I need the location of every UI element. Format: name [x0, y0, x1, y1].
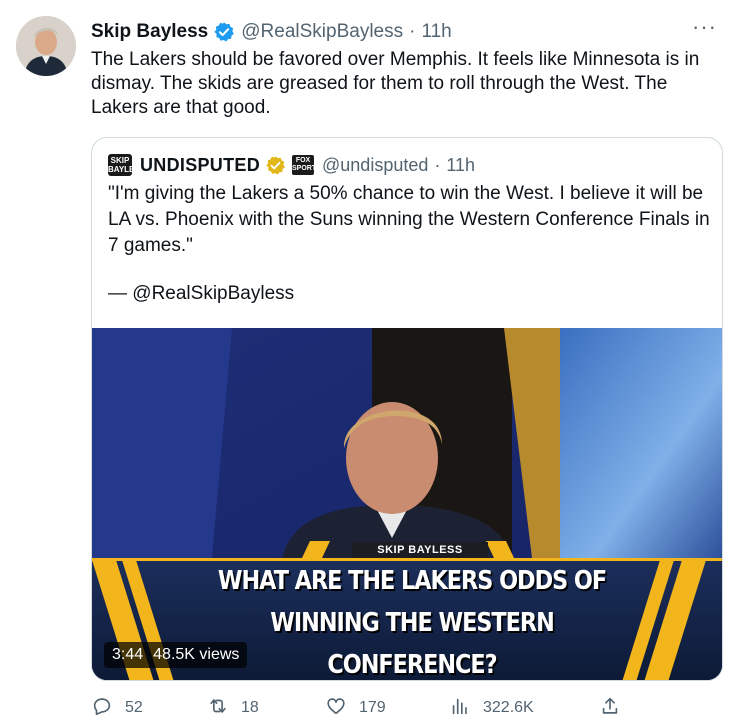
- more-icon[interactable]: ···: [692, 14, 717, 40]
- share-button[interactable]: [599, 695, 621, 722]
- video-duration: 3:44: [112, 646, 144, 663]
- timestamp[interactable]: 11h: [421, 21, 451, 43]
- reply-icon: [91, 695, 113, 722]
- like-button[interactable]: 179: [325, 695, 386, 722]
- quoted-account-name[interactable]: UNDISPUTED: [140, 155, 260, 176]
- quoted-attribution: — @RealSkipBayless: [108, 283, 295, 304]
- lower-third-label: SKIP BAYLESS: [352, 542, 488, 558]
- video-stats: 3:44 48.5K views: [104, 642, 248, 668]
- author-name[interactable]: Skip Bayless: [91, 21, 208, 43]
- reply-button[interactable]: 52: [91, 695, 143, 722]
- quoted-text: "I'm giving the Lakers a 50% chance to w…: [108, 183, 710, 256]
- undisputed-logo: SKIP BAYLESS: [108, 154, 146, 176]
- tweet-text: The Lakers should be favored over Memphi…: [91, 49, 700, 118]
- action-bar: 52 18 179 322.6K: [91, 696, 731, 720]
- views-icon: [449, 695, 471, 722]
- views-count: 322.6K: [483, 699, 534, 716]
- tweet-header: Skip Bayless @RealSkipBayless · 11h ···: [91, 14, 717, 46]
- like-count: 179: [359, 699, 386, 716]
- quoted-header: SKIP BAYLESS UNDISPUTED FOX SPORTS @undisp…: [108, 153, 475, 177]
- separator-dot: ·: [434, 154, 441, 175]
- reply-count: 52: [125, 699, 143, 716]
- quoted-handle[interactable]: @undisputed: [322, 155, 428, 176]
- video-player[interactable]: SKIP BAYLESS WHAT ARE THE LAKERS ODDS OF…: [92, 328, 722, 680]
- retweet-count: 18: [241, 699, 259, 716]
- retweet-button[interactable]: 18: [207, 695, 259, 722]
- quoted-tweet[interactable]: SKIP BAYLESS UNDISPUTED FOX SPORTS @undisp…: [91, 137, 723, 681]
- verified-badge-icon: [213, 21, 235, 43]
- views-button[interactable]: 322.6K: [449, 695, 534, 722]
- quoted-timestamp[interactable]: 11h: [446, 155, 475, 176]
- video-views: 48.5K views: [153, 646, 240, 663]
- video-headline: WHAT ARE THE LAKERS ODDS OF WINNING THE …: [217, 566, 607, 680]
- separator-dot: ·: [409, 21, 416, 42]
- author-handle[interactable]: @RealSkipBayless: [241, 21, 403, 43]
- share-icon: [599, 695, 621, 722]
- fox-sports-badge: FOX SPORTS: [292, 155, 321, 175]
- avatar[interactable]: [16, 16, 76, 76]
- tweet: Skip Bayless @RealSkipBayless · 11h ··· …: [0, 0, 737, 725]
- retweet-icon: [207, 695, 229, 722]
- gold-verified-badge-icon: [265, 155, 286, 176]
- like-icon: [325, 695, 347, 722]
